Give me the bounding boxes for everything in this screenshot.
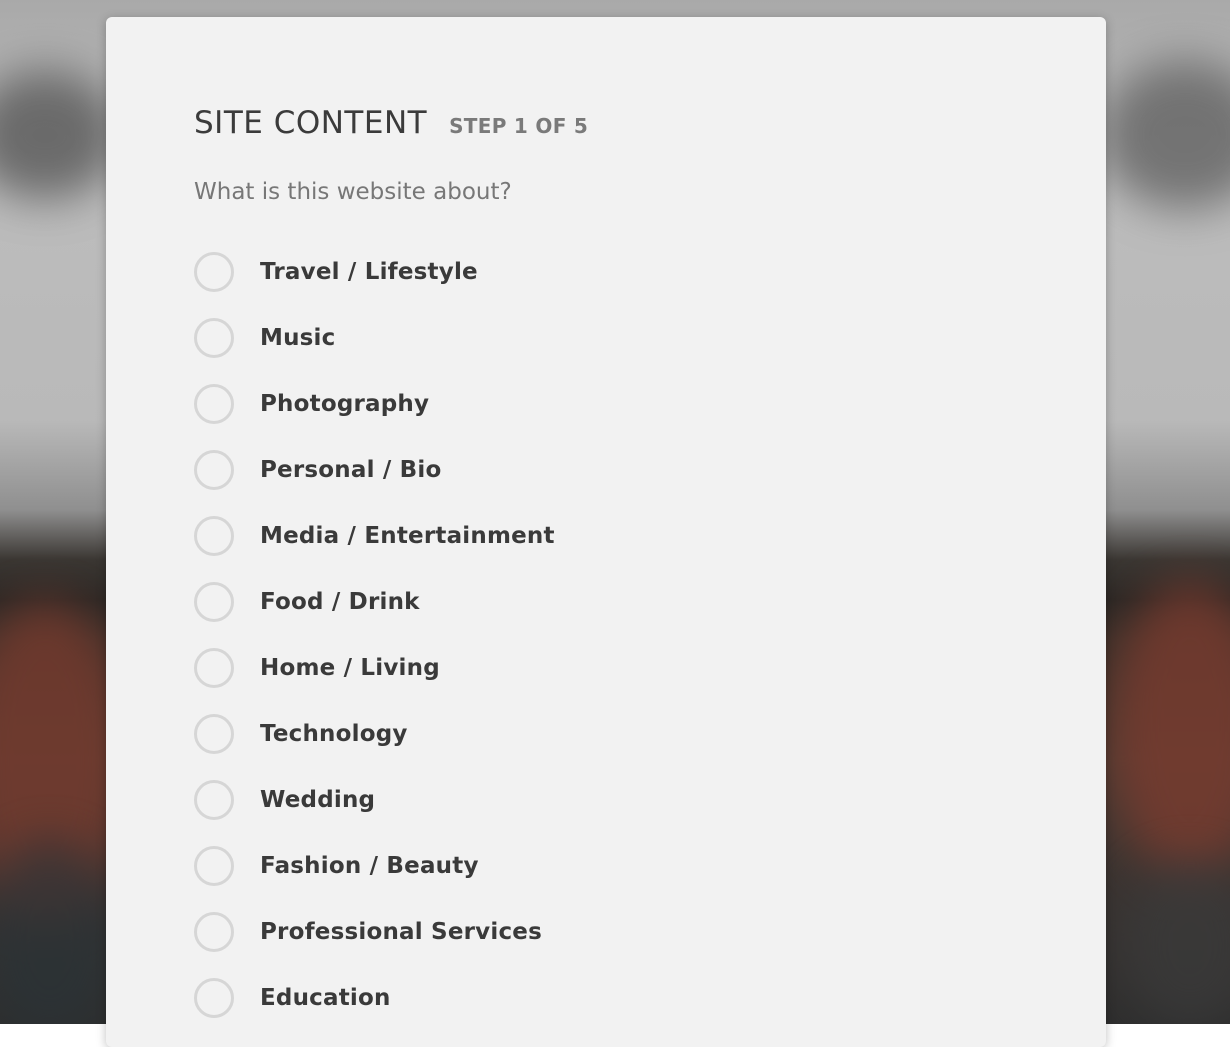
option-music[interactable]: Music bbox=[194, 305, 555, 371]
option-fashion-beauty[interactable]: Fashion / Beauty bbox=[194, 833, 555, 899]
option-professional-services[interactable]: Professional Services bbox=[194, 899, 555, 965]
background-shape bbox=[1100, 60, 1230, 210]
option-education[interactable]: Education bbox=[194, 965, 555, 1031]
option-label: Fashion / Beauty bbox=[260, 853, 479, 879]
radio-button[interactable] bbox=[194, 648, 234, 688]
radio-button[interactable] bbox=[194, 978, 234, 1018]
option-technology[interactable]: Technology bbox=[194, 701, 555, 767]
option-travel-lifestyle[interactable]: Travel / Lifestyle bbox=[194, 239, 555, 305]
option-label: Music bbox=[260, 325, 336, 351]
background-shape bbox=[1120, 860, 1230, 1024]
radio-button[interactable] bbox=[194, 516, 234, 556]
radio-button[interactable] bbox=[194, 450, 234, 490]
option-wedding[interactable]: Wedding bbox=[194, 767, 555, 833]
radio-button[interactable] bbox=[194, 384, 234, 424]
radio-button[interactable] bbox=[194, 912, 234, 952]
radio-button[interactable] bbox=[194, 318, 234, 358]
option-photography[interactable]: Photography bbox=[194, 371, 555, 437]
question-prompt: What is this website about? bbox=[194, 179, 512, 205]
panel-header: SITE CONTENT STEP 1 OF 5 bbox=[194, 105, 588, 141]
option-label: Food / Drink bbox=[260, 589, 420, 615]
radio-button[interactable] bbox=[194, 846, 234, 886]
topic-options-list: Travel / Lifestyle Music Photography Per… bbox=[194, 239, 555, 1031]
option-personal-bio[interactable]: Personal / Bio bbox=[194, 437, 555, 503]
option-label: Travel / Lifestyle bbox=[260, 259, 478, 285]
option-home-living[interactable]: Home / Living bbox=[194, 635, 555, 701]
option-label: Wedding bbox=[260, 787, 376, 813]
option-label: Media / Entertainment bbox=[260, 523, 555, 549]
option-label: Home / Living bbox=[260, 655, 440, 681]
option-media-entertainment[interactable]: Media / Entertainment bbox=[194, 503, 555, 569]
option-food-drink[interactable]: Food / Drink bbox=[194, 569, 555, 635]
radio-button[interactable] bbox=[194, 780, 234, 820]
option-label: Personal / Bio bbox=[260, 457, 442, 483]
option-label: Photography bbox=[260, 391, 430, 417]
step-indicator: STEP 1 OF 5 bbox=[449, 114, 589, 138]
site-content-panel: SITE CONTENT STEP 1 OF 5 What is this we… bbox=[106, 17, 1106, 1047]
option-label: Professional Services bbox=[260, 919, 542, 945]
option-label: Technology bbox=[260, 721, 408, 747]
radio-button[interactable] bbox=[194, 714, 234, 754]
background-shape bbox=[0, 70, 120, 200]
page-title: SITE CONTENT bbox=[194, 105, 428, 141]
option-label: Education bbox=[260, 985, 391, 1011]
radio-button[interactable] bbox=[194, 252, 234, 292]
background-shape bbox=[1110, 580, 1230, 880]
radio-button[interactable] bbox=[194, 582, 234, 622]
